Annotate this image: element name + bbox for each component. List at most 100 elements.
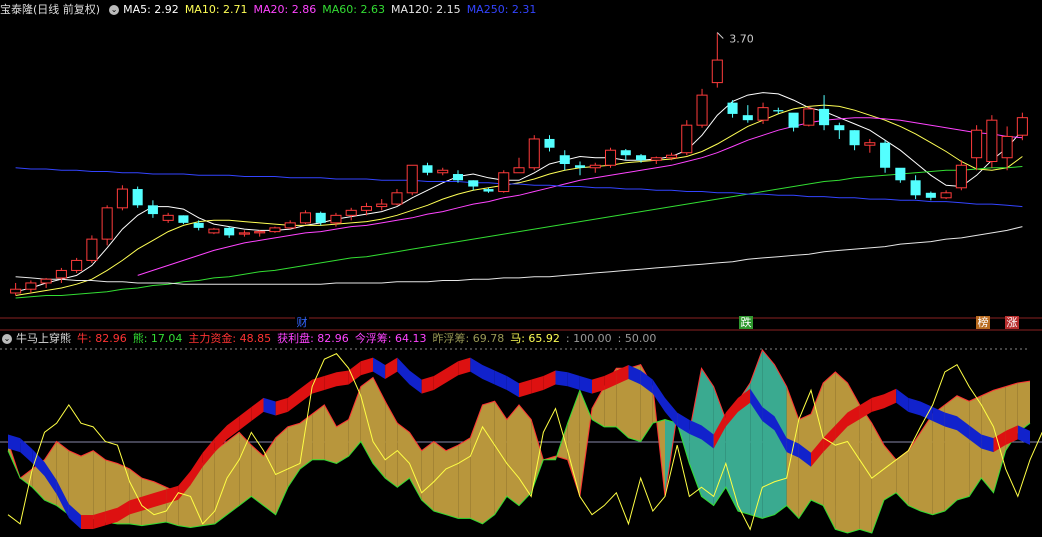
candle-body (86, 238, 98, 261)
candle-body (742, 115, 753, 121)
candle-body (864, 142, 876, 146)
indicator-band (373, 377, 386, 479)
event-tag: 榜 (978, 315, 989, 329)
indicator-band (823, 371, 836, 530)
candle-body (299, 212, 311, 224)
indicator-band (385, 401, 398, 488)
money-ribbon (360, 357, 373, 376)
candle-body (55, 269, 67, 279)
stock-chart[interactable]: 3.70 财 跌 榜 涨 (0, 0, 1042, 537)
candle-body (711, 59, 723, 84)
indicator-band (324, 404, 337, 464)
ma-line-MA10 (15, 104, 1023, 296)
indicator-band (482, 401, 495, 524)
money-ribbon (494, 370, 507, 390)
candle-body (849, 130, 860, 146)
candle-body (834, 125, 845, 131)
indicator-band (421, 441, 434, 512)
money-ribbon (336, 370, 349, 387)
candle-body (895, 167, 906, 181)
candle-body (559, 155, 570, 164)
money-ribbon (373, 357, 386, 379)
money-ribbon (531, 375, 544, 394)
indicator-band (93, 450, 106, 523)
money-ribbon (567, 372, 580, 390)
money-ribbon (543, 370, 556, 390)
indicator-band (433, 441, 446, 515)
ma-line-MA5 (15, 92, 1023, 293)
money-ribbon (81, 515, 94, 530)
candle-body (666, 154, 678, 159)
candle-body (681, 124, 693, 154)
indicator-band (944, 395, 957, 512)
candle-body (330, 214, 342, 224)
money-ribbon (555, 370, 568, 387)
money-ribbon (312, 375, 325, 394)
candle-body (910, 180, 921, 196)
candle-body (132, 189, 143, 206)
money-ribbon (287, 388, 300, 412)
event-tag: 财 (297, 315, 308, 329)
indicator-band (397, 423, 410, 488)
candle-body (101, 207, 113, 240)
candle-body (574, 165, 586, 168)
indicator-band (884, 445, 897, 501)
event-tag: 跌 (741, 315, 752, 329)
candle-body (406, 164, 418, 194)
candle-body (1001, 135, 1013, 159)
indicator-band (458, 437, 471, 519)
candle-body (254, 231, 266, 234)
candle-body (513, 167, 525, 174)
money-ribbon (519, 379, 532, 398)
candle-body (528, 138, 540, 169)
candle-body (193, 222, 204, 228)
candle-body (25, 282, 37, 290)
candle-body (589, 164, 601, 169)
money-ribbon (458, 357, 471, 376)
candle-body (116, 188, 128, 209)
money-ribbon (579, 375, 592, 394)
indicator-band (446, 445, 459, 519)
money-ribbon (263, 397, 276, 416)
money-ribbon (433, 368, 446, 390)
ma-line-MA120 (15, 226, 1023, 285)
indicator-band (762, 350, 775, 519)
candle-body (162, 214, 174, 221)
candle-body (178, 215, 189, 223)
indicator-band (519, 404, 532, 506)
money-ribbon (908, 397, 921, 416)
candle-body (315, 212, 326, 223)
candle-body (971, 129, 983, 159)
high-label: 3.70 (729, 33, 754, 46)
money-ribbon (920, 401, 933, 422)
money-ribbon (506, 375, 519, 398)
candle-body (925, 192, 936, 198)
indicator-band (348, 386, 361, 457)
money-ribbon (409, 370, 422, 394)
money-ribbon (275, 397, 288, 416)
indicator-band (531, 419, 544, 493)
candle-body (452, 174, 464, 181)
indicator-band (908, 432, 921, 512)
candle-body (803, 108, 815, 126)
candle-body (224, 227, 235, 236)
money-ribbon (421, 375, 434, 394)
candle-body (620, 150, 631, 156)
candle-body (422, 165, 433, 173)
candle-body (635, 155, 647, 161)
indicator-band (506, 404, 519, 506)
indicator-band (494, 401, 507, 515)
high-pointer (716, 32, 724, 39)
candle-body (1016, 117, 1028, 136)
candle-body (147, 205, 158, 215)
ma-line-MA250 (15, 167, 1023, 208)
money-ribbon (871, 394, 884, 412)
money-ribbon (251, 397, 264, 422)
candle-body (819, 108, 830, 126)
ma-line-MA20 (137, 117, 1023, 276)
candle-body (40, 278, 52, 284)
candle-body (376, 203, 388, 208)
indicator-band (835, 371, 848, 533)
money-ribbon (470, 357, 483, 379)
candle-body (468, 180, 479, 187)
